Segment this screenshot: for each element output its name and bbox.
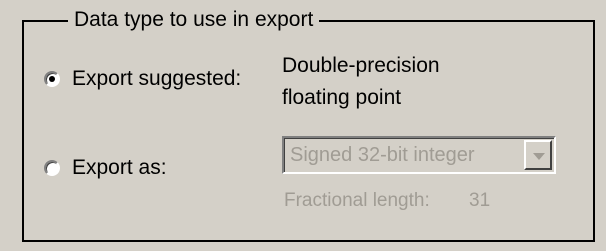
group-title: Data type to use in export [68, 7, 320, 33]
suggested-type-line2: floating point [282, 86, 402, 109]
export-type-dropdown[interactable]: Signed 32-bit integer [282, 136, 556, 174]
export-as-option[interactable]: Export as: [44, 155, 167, 181]
export-suggested-label[interactable]: Export suggested: [72, 66, 241, 92]
export-suggested-radio[interactable] [44, 71, 60, 87]
export-as-label[interactable]: Export as: [72, 155, 167, 181]
suggested-type-value: Double-precision floating point [282, 50, 440, 114]
export-type-selected: Signed 32-bit integer [290, 144, 475, 166]
export-suggested-option[interactable]: Export suggested: [44, 66, 241, 92]
chevron-down-icon [533, 153, 545, 160]
export-as-radio[interactable] [44, 160, 60, 176]
dropdown-button[interactable] [524, 140, 552, 170]
suggested-type-line1: Double-precision [282, 54, 440, 77]
fractional-length-value: 31 [469, 190, 491, 211]
fractional-length-label: Fractional length: [284, 190, 430, 211]
